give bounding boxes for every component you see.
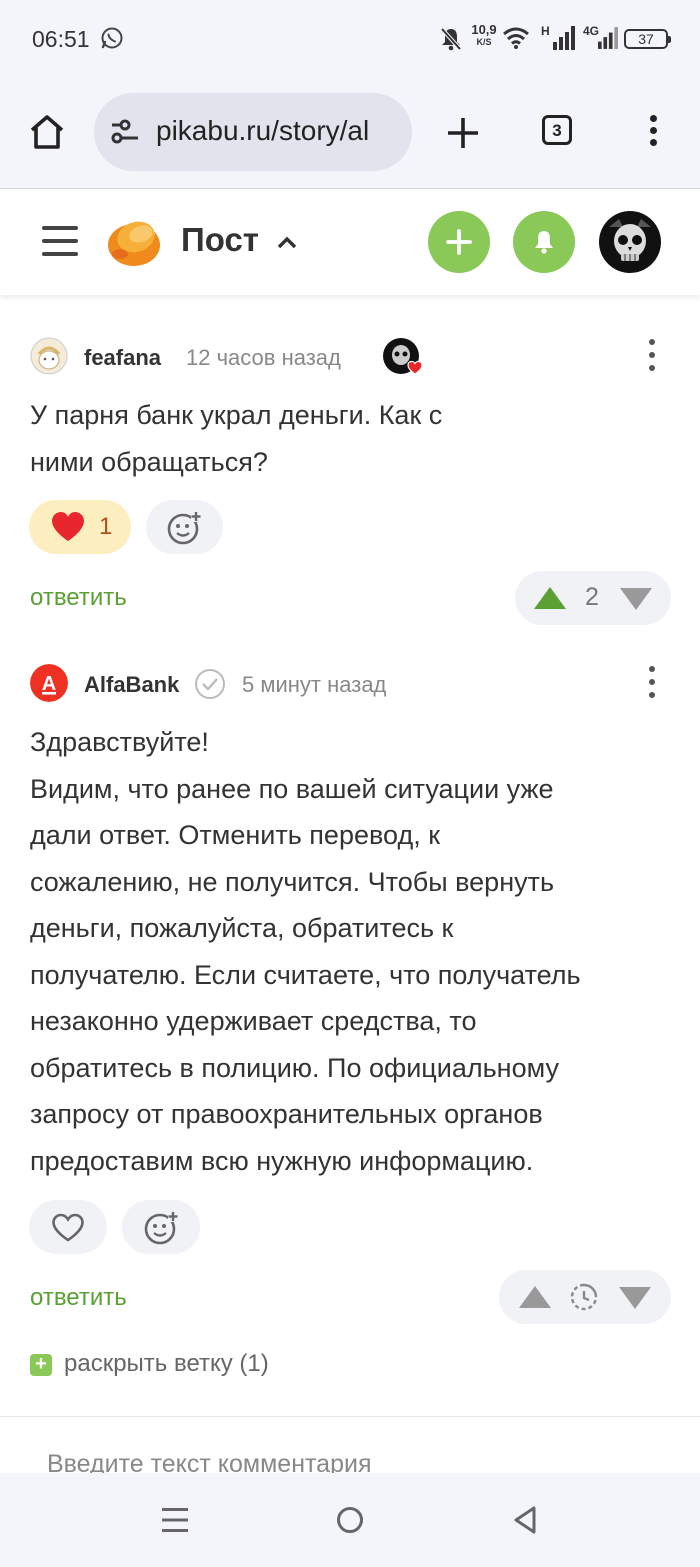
comment-header: А AlfaBank 5 минут назад [30,664,670,704]
verified-icon [195,669,225,699]
comment-line: Здравствуйте! [30,727,209,757]
add-reaction-button[interactable] [146,500,223,554]
add-reaction-button[interactable] [122,1200,200,1254]
mute-icon [440,27,462,51]
net-speed-value: 10,9 [471,22,497,37]
arrow-up-icon[interactable] [533,586,567,610]
comment-more-icon[interactable] [648,666,656,700]
browser-toolbar: pikabu.ru/story/al 3 [0,80,700,189]
net-speed: 10,9 K/S [470,22,498,48]
comment-time[interactable]: 5 минут назад [242,672,386,698]
whatsapp-icon [101,27,123,49]
comment-line: незаконно удерживает средства, то [30,1006,477,1036]
net-speed-unit: K/S [476,37,492,47]
status-bar: 06:51 10,9 K/S H 4G 37 [0,0,700,80]
plus-icon [446,229,472,255]
comment-line: предоставим всю нужную информацию. [30,1145,534,1176]
network-label-1: H [541,24,550,38]
address-bar[interactable]: pikabu.ru/story/al [94,93,412,171]
pending-icon [570,1283,598,1311]
add-post-button[interactable] [428,211,490,273]
home-icon[interactable] [28,113,66,151]
like-reaction-button[interactable] [29,1200,107,1254]
site-header: Пост [0,189,700,295]
comment-line: обратитесь в полицию. По официальному [30,1052,559,1083]
comment-rating: 2 [515,571,671,625]
comment-line: Видим, что ранее по вашей ситуации уже [30,773,554,804]
chevron-up-icon[interactable] [276,234,298,250]
comment-author[interactable]: feafana [84,345,161,371]
home-nav-icon[interactable] [336,1506,364,1534]
comment-line: деньги, пожалуйста, обратитесь к [30,913,454,943]
page-title[interactable]: Пост [181,221,259,259]
add-reaction-icon [144,1211,179,1245]
divider [0,1416,700,1417]
rating-value: 2 [585,583,599,611]
new-tab-plus-icon[interactable] [446,116,480,150]
recent-apps-icon[interactable] [162,1506,188,1534]
heart-icon [52,512,84,541]
comment-author-avatar[interactable]: А [30,664,68,702]
reply-link[interactable]: ответить [30,584,127,612]
status-time: 06:51 [32,26,90,52]
comment-line: получателю. Если считаете, что получател… [30,959,581,990]
system-nav-bar [0,1473,700,1567]
bell-icon [535,231,553,254]
menu-icon[interactable] [42,223,78,259]
reply-link[interactable]: ответить [30,1284,127,1312]
comment-line: запросу от правоохранительных органов [30,1099,543,1129]
comment-line: ними обращаться? [30,446,268,477]
arrow-down-icon[interactable] [618,1286,652,1310]
expand-thread-label: раскрыть ветку (1) [64,1350,269,1377]
battery-indicator: 37 [624,29,671,49]
alfa-logo-letter: А [42,673,56,695]
user-avatar[interactable] [599,211,661,273]
tabs-count-button[interactable]: 3 [542,115,572,145]
signal-icon [553,26,575,50]
pikabu-logo[interactable] [106,214,162,268]
comment-body: Здравствуйте! Видим, что ранее по вашей … [30,719,680,1184]
arrow-down-icon[interactable] [619,587,653,611]
comment-line: дали ответ. Отменить перевод, к [30,820,441,850]
signal-icon [598,27,618,49]
wifi-icon [503,27,529,49]
back-icon[interactable] [512,1506,538,1534]
comment-author-avatar[interactable] [30,337,68,375]
comment-more-icon[interactable] [648,339,656,373]
url-text: pikabu.ru/story/al [156,115,370,146]
reaction-count: 1 [99,513,113,540]
comment-author[interactable]: AlfaBank [84,672,179,698]
arrow-up-icon[interactable] [518,1285,552,1309]
more-icon[interactable] [648,115,658,149]
site-settings-icon[interactable] [110,119,140,145]
comment-body: У парня банк украл деньги. Как с ними об… [30,392,680,485]
comment-header: feafana 12 часов назад [30,337,670,377]
skull-avatar-image [609,219,651,261]
like-reaction-button[interactable]: 1 [29,500,131,554]
comment-line: сожалению, не получится. Чтобы вернуть [30,866,555,897]
comment-time[interactable]: 12 часов назад [186,345,341,371]
comment-rating [499,1270,671,1324]
post-author-badge[interactable] [382,337,422,377]
add-reaction-icon [167,511,202,545]
plus-icon: + [30,1354,52,1376]
notifications-button[interactable] [513,211,575,273]
heart-icon [52,1213,84,1242]
comment-line: У парня банк украл деньги. Как с [30,400,443,430]
network-label-2: 4G [583,24,600,38]
